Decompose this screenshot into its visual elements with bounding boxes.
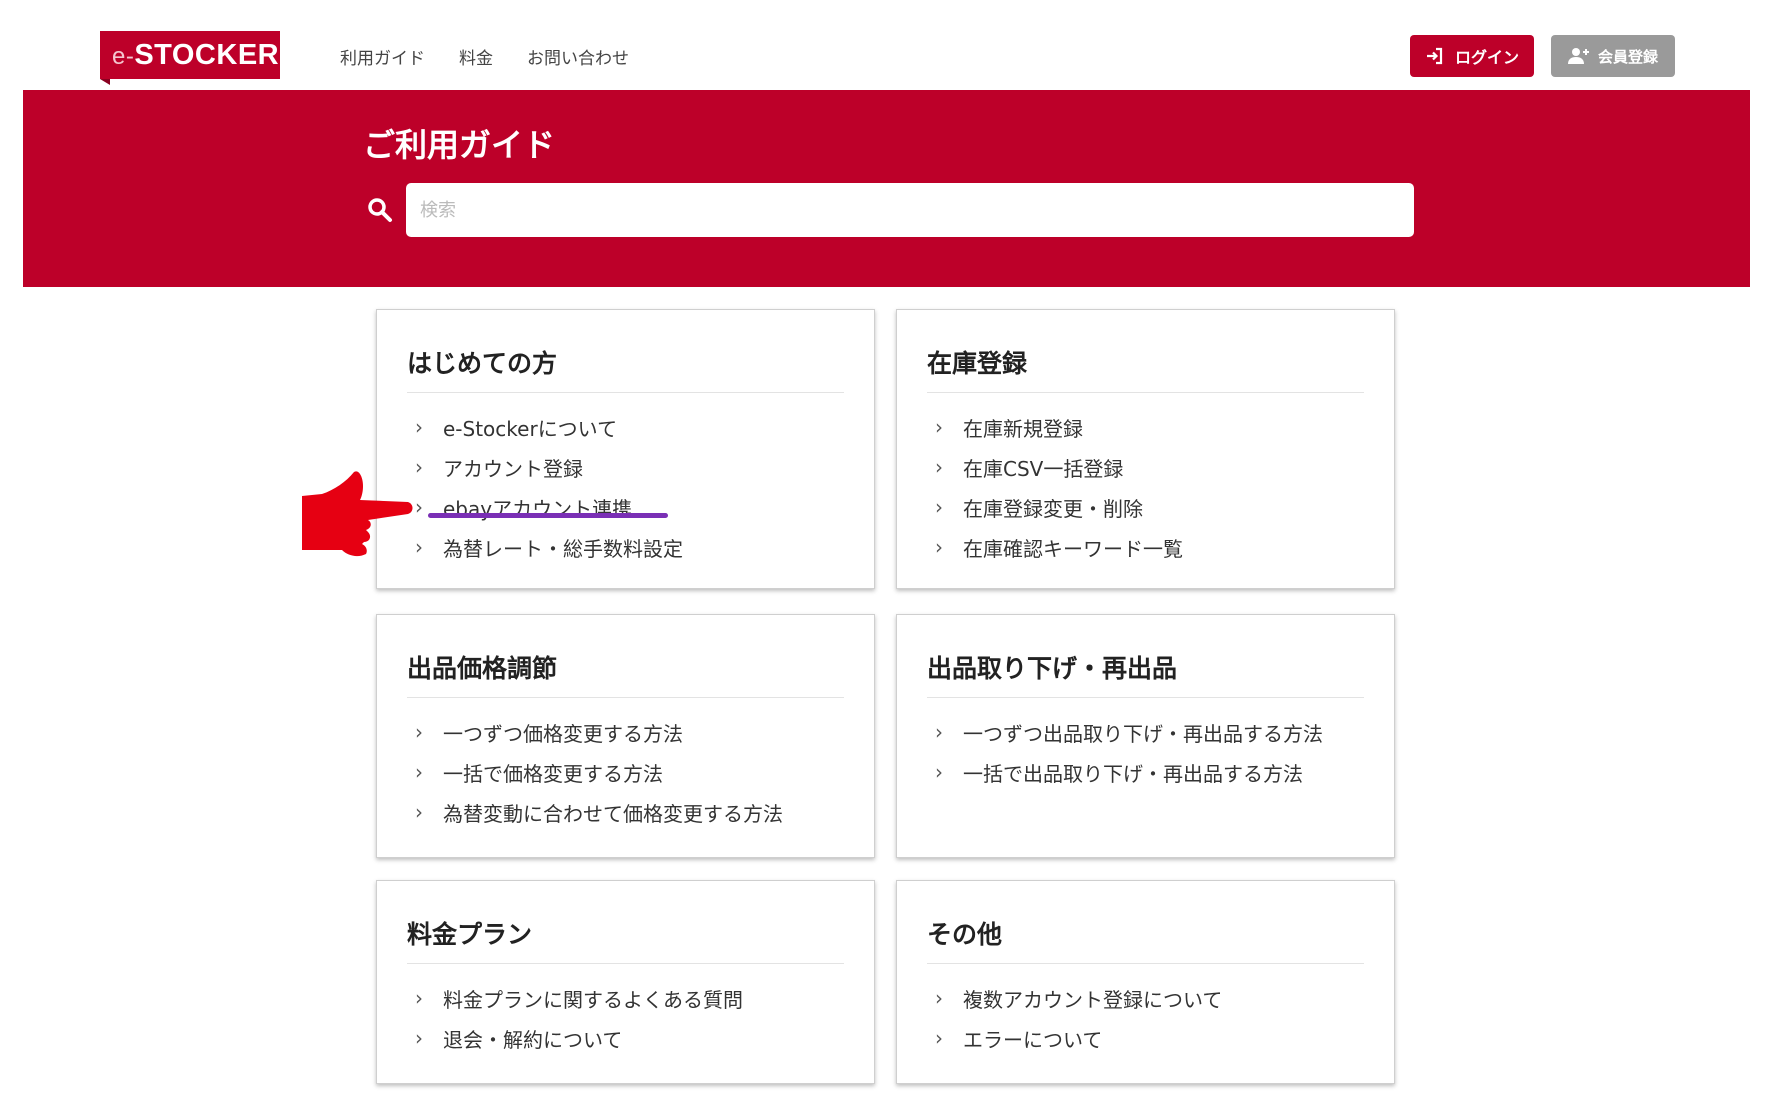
chevron-right-icon: › [935, 986, 943, 1010]
divider [927, 697, 1364, 698]
login-label: ログイン [1454, 48, 1519, 67]
chevron-right-icon: › [415, 415, 423, 439]
link-list: › 料金プランに関するよくある質問 › 退会・解約について [415, 978, 743, 1058]
chevron-right-icon: › [935, 720, 943, 744]
card-title: 出品価格調節 [407, 654, 558, 683]
guide-link[interactable]: › エラーについて [935, 1018, 1222, 1058]
chevron-right-icon: › [415, 535, 423, 559]
user-plus-icon [1567, 48, 1589, 64]
card-pricing-plan: 料金プラン › 料金プランに関するよくある質問 › 退会・解約について [376, 880, 875, 1084]
divider [407, 392, 844, 393]
guide-link[interactable]: › 一つずつ価格変更する方法 [415, 712, 783, 752]
card-delist-relist: 出品取り下げ・再出品 › 一つずつ出品取り下げ・再出品する方法 › 一括で出品取り下… [896, 614, 1395, 858]
divider [407, 697, 844, 698]
card-price-adjustment: 出品価格調節 › 一つずつ価格変更する方法 › 一括で価格変更する方法 › 為替変動に… [376, 614, 875, 858]
register-label: 会員登録 [1597, 47, 1658, 66]
card-getting-started: はじめての方 › e-Stockerについて › アカウント登録 › ebayアカウン… [376, 309, 875, 589]
chevron-right-icon: › [415, 986, 423, 1010]
card-title: 料金プラン [407, 920, 533, 949]
guide-link[interactable]: › 料金プランに関するよくある質問 [415, 978, 743, 1018]
chevron-right-icon: › [415, 1026, 423, 1050]
login-icon [1426, 47, 1443, 65]
chevron-right-icon: › [935, 495, 943, 519]
guide-link[interactable]: › 在庫新規登録 [935, 407, 1183, 447]
guide-link[interactable]: › 在庫確認キーワード一覧 [935, 527, 1183, 567]
link-list: › 一つずつ出品取り下げ・再出品する方法 › 一括で出品取り下げ・再出品する方法 [935, 712, 1323, 792]
guide-link[interactable]: › 在庫CSV一括登録 [935, 447, 1183, 487]
guide-link[interactable]: › 複数アカウント登録について [935, 978, 1222, 1018]
link-list: › 在庫新規登録 › 在庫CSV一括登録 › 在庫登録変更・削除 › 在庫確認キーワード… [935, 407, 1183, 567]
login-button[interactable]: ログイン [1410, 35, 1534, 77]
card-title: はじめての方 [407, 349, 558, 378]
guide-link-account-registration[interactable]: › アカウント登録 [415, 447, 683, 487]
chevron-right-icon: › [935, 1026, 943, 1050]
guide-link-exchange-rate[interactable]: › 為替レート・総手数料設定 [415, 527, 683, 567]
chevron-right-icon: › [935, 455, 943, 479]
guide-link-about[interactable]: › e-Stockerについて [415, 407, 683, 447]
guide-link[interactable]: › 退会・解約について [415, 1018, 743, 1058]
divider [927, 963, 1364, 964]
register-button[interactable]: 会員登録 [1551, 35, 1675, 77]
search-icon [368, 198, 392, 222]
chevron-right-icon: › [415, 455, 423, 479]
chevron-right-icon: › [935, 760, 943, 784]
card-title: その他 [927, 920, 1003, 949]
chevron-right-icon: › [415, 800, 423, 824]
pointing-hand-icon [302, 471, 413, 557]
link-list: › 一つずつ価格変更する方法 › 一括で価格変更する方法 › 為替変動に合わせて価格変… [415, 712, 783, 832]
nav-link-pricing[interactable]: 料金 [459, 44, 493, 69]
link-list: › e-Stockerについて › アカウント登録 › ebayアカウント連携 › 為替… [415, 407, 683, 567]
search-input[interactable] [406, 183, 1414, 237]
link-list: › 複数アカウント登録について › エラーについて [935, 978, 1222, 1058]
nav-links: 利用ガイド 料金 お問い合わせ [340, 44, 629, 69]
guide-link[interactable]: › 在庫登録変更・削除 [935, 487, 1183, 527]
chevron-right-icon: › [935, 535, 943, 559]
logo[interactable]: e-STOCKER [100, 31, 280, 85]
divider [927, 392, 1364, 393]
page-title: ご利用ガイド [363, 126, 556, 164]
nav-link-guide[interactable]: 利用ガイド [340, 44, 425, 69]
guide-link[interactable]: › 一括で価格変更する方法 [415, 752, 783, 792]
guide-link[interactable]: › 一括で出品取り下げ・再出品する方法 [935, 752, 1323, 792]
divider [407, 963, 844, 964]
annotation-underline [428, 513, 668, 518]
card-title: 在庫登録 [927, 349, 1028, 378]
chevron-right-icon: › [415, 760, 423, 784]
top-navigation: e-STOCKER 利用ガイド 料金 お問い合わせ ログイン 会員登録 [0, 0, 1770, 90]
chevron-right-icon: › [415, 720, 423, 744]
nav-link-contact[interactable]: お問い合わせ [527, 44, 629, 69]
card-inventory: 在庫登録 › 在庫新規登録 › 在庫CSV一括登録 › 在庫登録変更・削除 › 在庫確認… [896, 309, 1395, 589]
hero-banner: ご利用ガイド [23, 90, 1750, 287]
card-other: その他 › 複数アカウント登録について › エラーについて [896, 880, 1395, 1084]
guide-link[interactable]: › 為替変動に合わせて価格変更する方法 [415, 792, 783, 832]
card-title: 出品取り下げ・再出品 [927, 654, 1178, 683]
chevron-right-icon: › [935, 415, 943, 439]
guide-link[interactable]: › 一つずつ出品取り下げ・再出品する方法 [935, 712, 1323, 752]
guide-link-ebay-account[interactable]: › ebayアカウント連携 [415, 487, 683, 527]
